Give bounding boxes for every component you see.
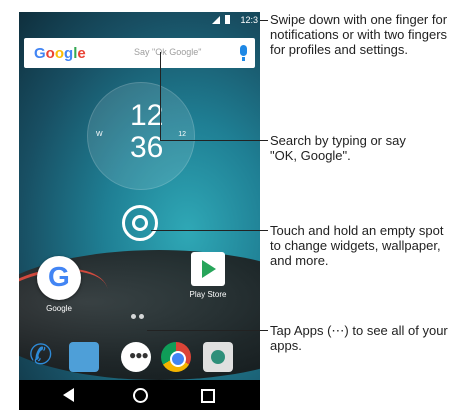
google-app-icon[interactable]: G (37, 256, 81, 300)
callout-apps: Tap Apps (⋯) to see all of your apps. (270, 323, 448, 353)
callout-line-4 (147, 330, 268, 331)
google-logo: Google (34, 45, 86, 62)
back-button[interactable] (63, 388, 74, 402)
callout-line-2-horizontal (160, 140, 268, 141)
touch-indicator-inner (132, 215, 148, 231)
clock-widget[interactable]: W 12 36 12 (87, 82, 195, 190)
phone-screen: 12:3 Google Say "Ok Google" W 12 36 12 G… (19, 12, 260, 410)
page-indicator (131, 306, 147, 324)
clock-hour: 12 (130, 99, 164, 132)
callout-line-1 (260, 20, 268, 21)
callout-notifications: Swipe down with one finger for notificat… (270, 12, 448, 57)
messages-icon[interactable] (69, 342, 99, 372)
status-time: 12:3 (240, 15, 258, 25)
clock-left-label: W (96, 131, 103, 138)
google-search-bar[interactable]: Google Say "Ok Google" (24, 38, 255, 68)
battery-icon (225, 15, 230, 24)
touch-hold-indicator (122, 205, 158, 241)
mic-icon[interactable] (240, 45, 247, 61)
play-store-icon[interactable] (191, 252, 225, 286)
status-bar[interactable]: 12:3 (19, 12, 260, 28)
home-button[interactable] (133, 388, 148, 403)
callout-search: Search by typing or say "OK, Google". (270, 133, 406, 163)
chrome-icon[interactable] (161, 342, 191, 372)
clock-minute: 36 (130, 131, 164, 164)
navigation-bar (19, 380, 260, 410)
callout-line-2-vertical (160, 52, 161, 140)
play-store-label: Play Store (189, 290, 227, 299)
favorites-dock: ✆ ●●● (19, 334, 260, 380)
apps-button[interactable]: ●●● (121, 342, 151, 372)
signal-icon (212, 16, 220, 24)
callout-touch-hold: Touch and hold an empty spot to change w… (270, 223, 444, 268)
search-hint: Say "Ok Google" (134, 47, 202, 57)
clock-right-label: 12 (178, 131, 186, 138)
google-app-label: Google (46, 304, 72, 313)
recent-apps-button[interactable] (201, 389, 215, 403)
camera-icon[interactable] (203, 342, 233, 372)
phone-icon[interactable]: ✆ (29, 338, 59, 370)
callout-line-3 (151, 230, 268, 231)
